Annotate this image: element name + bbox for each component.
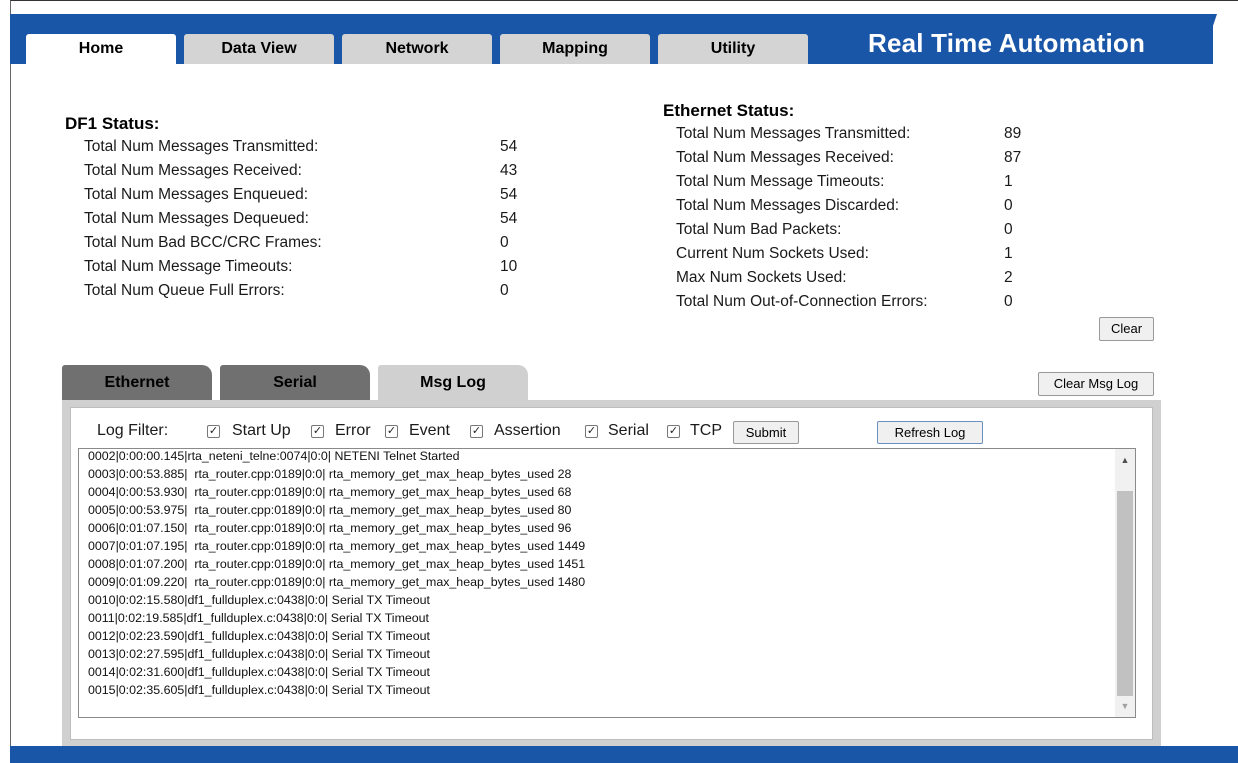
filter-tcp-checkbox[interactable]: ✓ bbox=[667, 425, 680, 438]
log-line: 0002|0:00:00.145|rta_neteni_telne:0074|0… bbox=[88, 449, 460, 463]
log-line: 0006|0:01:07.150| rta_router.cpp:0189|0:… bbox=[88, 521, 572, 535]
eth-label-max-sockets: Max Num Sockets Used: bbox=[676, 269, 847, 286]
log-line: 0005|0:00:53.975| rta_router.cpp:0189|0:… bbox=[88, 503, 572, 517]
top-nav-bar-slant bbox=[1200, 14, 1217, 64]
filter-startup-checkbox[interactable]: ✓ bbox=[207, 425, 220, 438]
eth-label-current-sockets: Current Num Sockets Used: bbox=[676, 245, 869, 262]
eth-value-timeouts: 1 bbox=[1004, 173, 1013, 190]
eth-label-bad-packets: Total Num Bad Packets: bbox=[676, 221, 842, 238]
eth-value-bad-packets: 0 bbox=[1004, 221, 1013, 238]
filter-serial-checkbox[interactable]: ✓ bbox=[585, 425, 598, 438]
eth-label-transmitted: Total Num Messages Transmitted: bbox=[676, 125, 911, 142]
df1-value-enqueued: 54 bbox=[500, 186, 518, 203]
tab-serial[interactable]: Serial bbox=[220, 365, 370, 400]
df1-value-received: 43 bbox=[500, 162, 518, 179]
log-scrollbar-thumb[interactable] bbox=[1117, 491, 1133, 696]
log-line: 0004|0:00:53.930| rta_router.cpp:0189|0:… bbox=[88, 485, 572, 499]
df1-value-timeouts: 10 bbox=[500, 258, 518, 275]
eth-label-received: Total Num Messages Received: bbox=[676, 149, 894, 166]
filter-error-label: Error bbox=[335, 422, 371, 439]
eth-value-ooc-errors: 0 bbox=[1004, 293, 1013, 310]
refresh-log-button[interactable]: Refresh Log bbox=[877, 421, 983, 444]
footer-bar bbox=[10, 746, 1238, 763]
eth-label-timeouts: Total Num Message Timeouts: bbox=[676, 173, 885, 190]
df1-label-received: Total Num Messages Received: bbox=[84, 162, 302, 179]
eth-label-discarded: Total Num Messages Discarded: bbox=[676, 197, 900, 214]
log-line: 0011|0:02:19.585|df1_fullduplex.c:0438|0… bbox=[88, 611, 430, 625]
log-line: 0015|0:02:35.605|df1_fullduplex.c:0438|0… bbox=[88, 683, 430, 697]
log-line: 0007|0:01:07.195| rta_router.cpp:0189|0:… bbox=[88, 539, 586, 553]
df1-label-queue-full: Total Num Queue Full Errors: bbox=[84, 282, 285, 299]
df1-label-timeouts: Total Num Message Timeouts: bbox=[84, 258, 293, 275]
submit-button[interactable]: Submit bbox=[733, 421, 799, 444]
tab-msg-log[interactable]: Msg Log bbox=[378, 365, 528, 400]
scroll-down-arrow-icon[interactable]: ▼ bbox=[1115, 698, 1135, 714]
df1-label-transmitted: Total Num Messages Transmitted: bbox=[84, 138, 319, 155]
nav-tab-data-view[interactable]: Data View bbox=[184, 34, 334, 64]
log-line: 0013|0:02:27.595|df1_fullduplex.c:0438|0… bbox=[88, 647, 430, 661]
filter-event-label: Event bbox=[409, 422, 450, 439]
clear-button[interactable]: Clear bbox=[1099, 317, 1154, 341]
df1-value-queue-full: 0 bbox=[500, 282, 509, 299]
filter-tcp-label: TCP bbox=[690, 422, 722, 439]
nav-tab-utility[interactable]: Utility bbox=[658, 34, 808, 64]
tab-ethernet[interactable]: Ethernet bbox=[62, 365, 212, 400]
eth-value-max-sockets: 2 bbox=[1004, 269, 1013, 286]
eth-value-current-sockets: 1 bbox=[1004, 245, 1013, 262]
ethernet-status-title: Ethernet Status: bbox=[663, 101, 795, 120]
scroll-up-arrow-icon[interactable]: ▲ bbox=[1115, 452, 1135, 468]
log-line: 0010|0:02:15.580|df1_fullduplex.c:0438|0… bbox=[88, 593, 430, 607]
eth-value-received: 87 bbox=[1004, 149, 1022, 166]
df1-value-transmitted: 54 bbox=[500, 138, 518, 155]
filter-error-checkbox[interactable]: ✓ bbox=[311, 425, 324, 438]
nav-tab-network[interactable]: Network bbox=[342, 34, 492, 64]
df1-label-bad-frames: Total Num Bad BCC/CRC Frames: bbox=[84, 234, 322, 251]
log-line: 0008|0:01:07.200| rta_router.cpp:0189|0:… bbox=[88, 557, 586, 571]
filter-serial-label: Serial bbox=[608, 422, 649, 439]
log-line: 0003|0:00:53.885| rta_router.cpp:0189|0:… bbox=[88, 467, 572, 481]
log-textarea[interactable]: 0002|0:00:00.145|rta_neteni_telne:0074|0… bbox=[78, 448, 1136, 718]
nav-tab-home[interactable]: Home bbox=[26, 34, 176, 65]
filter-startup-label: Start Up bbox=[232, 422, 291, 439]
log-line: 0009|0:01:09.220| rta_router.cpp:0189|0:… bbox=[88, 575, 586, 589]
filter-assertion-checkbox[interactable]: ✓ bbox=[470, 425, 483, 438]
brand-title: Real Time Automation bbox=[868, 28, 1146, 58]
df1-value-dequeued: 54 bbox=[500, 210, 518, 227]
eth-value-discarded: 0 bbox=[1004, 197, 1013, 214]
df1-value-bad-frames: 0 bbox=[500, 234, 509, 251]
df1-status-title: DF1 Status: bbox=[65, 114, 160, 133]
eth-value-transmitted: 89 bbox=[1004, 125, 1022, 142]
eth-label-ooc-errors: Total Num Out-of-Connection Errors: bbox=[676, 293, 928, 310]
filter-assertion-label: Assertion bbox=[494, 422, 561, 439]
log-line: 0012|0:02:23.590|df1_fullduplex.c:0438|0… bbox=[88, 629, 430, 643]
log-filter-label: Log Filter: bbox=[97, 422, 169, 439]
filter-event-checkbox[interactable]: ✓ bbox=[385, 425, 398, 438]
nav-tab-mapping[interactable]: Mapping bbox=[500, 34, 650, 64]
log-line: 0014|0:02:31.600|df1_fullduplex.c:0438|0… bbox=[88, 665, 430, 679]
df1-label-enqueued: Total Num Messages Enqueued: bbox=[84, 186, 309, 203]
clear-msg-log-button[interactable]: Clear Msg Log bbox=[1038, 372, 1154, 396]
df1-label-dequeued: Total Num Messages Dequeued: bbox=[84, 210, 309, 227]
